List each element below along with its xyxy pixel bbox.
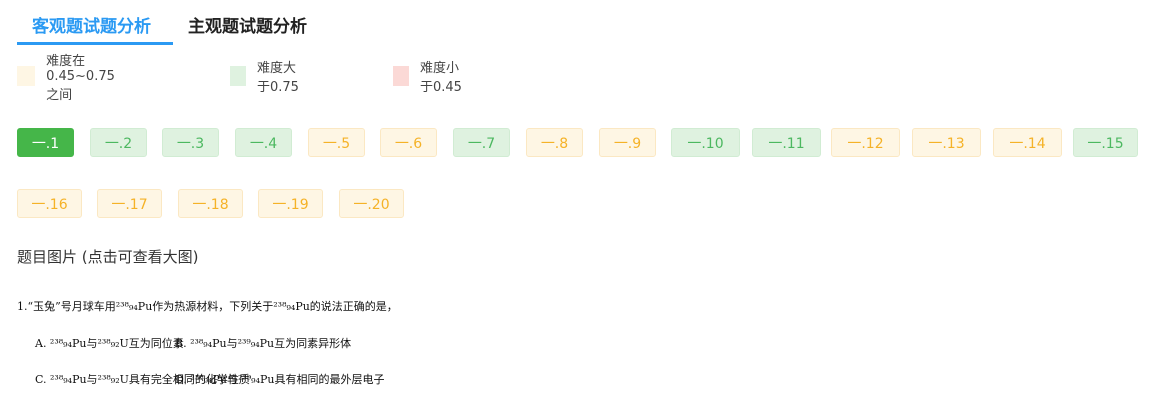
legend-label-hard: 难度小于0.45 [419, 61, 462, 95]
tab-subjective-analysis[interactable]: 主观题试题分析 [188, 12, 307, 37]
question-button[interactable]: 一.5 [308, 128, 365, 157]
active-tab-indicator [17, 42, 173, 45]
legend-item-hard: 难度小于0.45 [393, 61, 463, 95]
question-button[interactable]: 一.2 [90, 128, 147, 157]
tab-objective-analysis[interactable]: 客观题试题分析 [32, 12, 151, 37]
question-button[interactable]: 一.20 [339, 189, 404, 218]
legend-label-easy: 难度大于0.75 [256, 61, 299, 95]
question-image[interactable]: 1.“玉兔”号月球车用²³⁸₉₄Pu作为热源材料，下列关于²³⁸₉₄Pu的说法正… [17, 292, 398, 392]
question-button[interactable]: 一.1 [17, 128, 74, 157]
legend-label-medium: 难度在0.45~0.75之间 [46, 53, 115, 103]
legend-item-easy: 难度大于0.75 [230, 61, 300, 95]
legend-swatch-medium [17, 66, 36, 86]
question-button[interactable]: 一.8 [526, 128, 583, 157]
question-button[interactable]: 一.15 [1073, 128, 1138, 157]
option-a: A. ²³⁸₉₄Pu与²³⁸₉₂U互为同位素 [35, 337, 184, 350]
question-button[interactable]: 一.9 [599, 128, 656, 157]
question-button[interactable]: 一.18 [178, 189, 243, 218]
legend-swatch-easy [230, 66, 246, 86]
question-button[interactable]: 一.13 [912, 128, 981, 157]
image-section-title: 题目图片 (点击可查看大图) [17, 248, 199, 266]
legend-item-medium: 难度在0.45~0.75之间 [17, 54, 127, 103]
tab-bar: 客观题试题分析 主观题试题分析 [17, 0, 1137, 46]
question-button[interactable]: 一.17 [97, 189, 162, 218]
question-button[interactable]: 一.19 [258, 189, 323, 218]
question-button[interactable]: 一.3 [162, 128, 219, 157]
question-button[interactable]: 一.6 [380, 128, 437, 157]
question-button[interactable]: 一.4 [235, 128, 292, 157]
legend-swatch-hard [393, 66, 409, 86]
question-button[interactable]: 一.10 [671, 128, 740, 157]
question-button[interactable]: 一.14 [993, 128, 1062, 157]
question-stem: 1.“玉兔”号月球车用²³⁸₉₄Pu作为热源材料，下列关于²³⁸₉₄Pu的说法正… [17, 300, 398, 313]
option-b: B. ²³⁸₉₄Pu与²³⁹₉₄Pu互为同素异形体 [175, 337, 352, 350]
question-button[interactable]: 一.7 [453, 128, 510, 157]
option-d: D. ²³⁸₉₄Pu与²³⁹₉₄Pu具有相同的最外层电子 [175, 373, 385, 386]
question-button[interactable]: 一.16 [17, 189, 82, 218]
question-button[interactable]: 一.12 [831, 128, 900, 157]
question-button[interactable]: 一.11 [752, 128, 821, 157]
